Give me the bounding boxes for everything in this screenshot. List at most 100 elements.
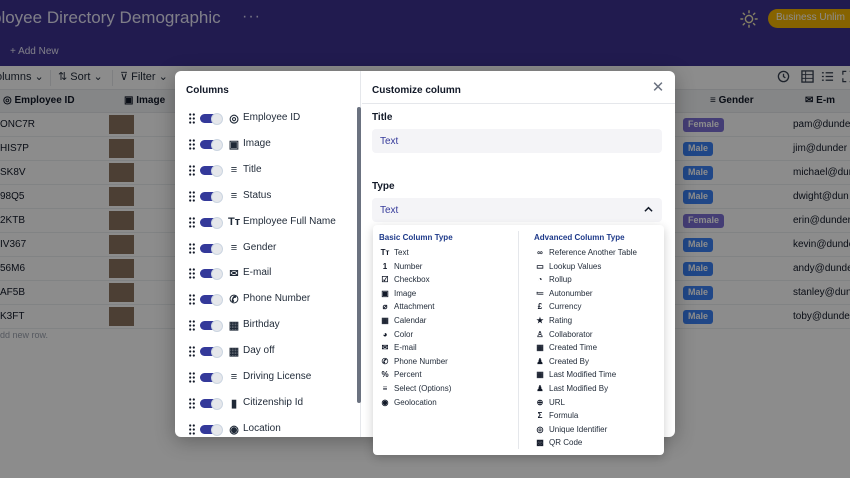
type-option[interactable]: ▦ Last Modified Time xyxy=(535,370,616,383)
column-item[interactable]: ▣ Image xyxy=(175,132,355,158)
column-item[interactable]: ◉ Location xyxy=(175,417,355,437)
columns-panel-title: Columns xyxy=(186,85,229,96)
visibility-toggle[interactable] xyxy=(200,346,223,359)
type-option-label: E-mail xyxy=(394,343,417,353)
visibility-toggle[interactable] xyxy=(200,268,223,281)
column-item[interactable]: ≡ Status xyxy=(175,184,355,210)
type-option-label: Rollup xyxy=(549,275,572,285)
type-option[interactable]: ♟ Last Modified By xyxy=(535,384,608,397)
type-option[interactable]: ▦ Calendar xyxy=(380,316,426,329)
type-option-label: QR Code xyxy=(549,438,583,448)
type-option[interactable]: ★ Rating xyxy=(535,316,572,329)
type-option[interactable]: ◕ Color xyxy=(380,330,414,343)
drag-handle-icon[interactable] xyxy=(189,346,195,357)
type-option[interactable]: ♟ Created By xyxy=(535,357,589,370)
type-option[interactable]: ✉ E-mail xyxy=(380,343,417,356)
type-option[interactable]: ≔ Autonumber xyxy=(535,289,593,302)
column-item[interactable]: ≡ Title xyxy=(175,158,355,184)
title-input[interactable]: Text xyxy=(372,129,662,153)
drag-handle-icon[interactable] xyxy=(189,320,195,331)
type-option[interactable]: ∞ Reference Another Table xyxy=(535,248,637,261)
drag-handle-icon[interactable] xyxy=(189,398,195,409)
checkbox-icon: ☑ xyxy=(381,275,389,285)
type-option[interactable]: ◔ Rollup xyxy=(535,275,572,288)
drag-handle-icon[interactable] xyxy=(189,372,195,383)
drag-handle-icon[interactable] xyxy=(189,191,195,202)
visibility-toggle[interactable] xyxy=(200,138,223,151)
column-item[interactable]: ▦ Birthday xyxy=(175,313,355,339)
visibility-toggle[interactable] xyxy=(200,190,223,203)
visibility-toggle[interactable] xyxy=(200,242,223,255)
type-option[interactable]: 1 Number xyxy=(380,262,423,275)
type-option-label: Collaborator xyxy=(549,329,593,339)
column-item[interactable]: ≡ Driving License xyxy=(175,365,355,391)
columns-scrollbar[interactable] xyxy=(357,107,361,403)
lookup-icon: ▭ xyxy=(536,261,544,271)
drag-handle-icon[interactable] xyxy=(189,216,195,228)
type-select[interactable]: Text xyxy=(372,198,662,222)
select-icon: ≡ xyxy=(382,384,388,393)
type-option[interactable]: ⌀ Attachment xyxy=(380,302,435,315)
created-time-icon: ▦ xyxy=(536,343,544,353)
calendar-icon: ▦ xyxy=(228,346,240,359)
type-option[interactable]: ◉ Geolocation xyxy=(380,398,437,411)
type-option[interactable]: ▭ Lookup Values xyxy=(535,262,601,275)
type-option[interactable]: ☑ Checkbox xyxy=(380,275,429,288)
type-option[interactable]: ⊕ URL xyxy=(535,398,565,411)
close-icon[interactable]: ✕ xyxy=(651,80,665,95)
visibility-toggle[interactable] xyxy=(200,423,223,436)
column-item[interactable]: ✉ E-mail xyxy=(175,261,355,287)
column-item[interactable]: ◎ Employee ID xyxy=(175,106,355,132)
type-option[interactable]: £ Currency xyxy=(535,302,582,315)
type-option-label: Text xyxy=(394,248,409,257)
column-item[interactable]: ▮ Citizenship Id xyxy=(175,391,355,417)
type-option-label: Geolocation xyxy=(394,397,437,407)
type-option[interactable]: ♙ Collaborator xyxy=(535,329,593,343)
type-option[interactable]: % Percent xyxy=(380,370,421,383)
currency-icon: £ xyxy=(537,302,543,312)
type-option-label: Calendar xyxy=(394,316,427,325)
globe-icon: ⊕ xyxy=(536,397,544,407)
drag-handle-icon[interactable] xyxy=(189,268,195,279)
type-option-label: URL xyxy=(549,397,566,407)
visibility-toggle[interactable] xyxy=(200,372,223,384)
column-item[interactable]: ≡ Gender xyxy=(175,236,355,262)
modified-time-icon: ▦ xyxy=(536,370,544,380)
star-icon: ★ xyxy=(536,316,544,325)
column-item-label: Driving License xyxy=(243,371,312,382)
column-item[interactable]: Tт Employee Full Name xyxy=(175,210,355,236)
fingerprint-icon: ◎ xyxy=(536,424,544,434)
text-icon: Tт xyxy=(380,248,390,257)
drag-handle-icon[interactable] xyxy=(189,139,195,150)
type-option[interactable]: ✆ Phone Number xyxy=(380,357,448,370)
type-option[interactable]: ≡ Select (Options) xyxy=(380,384,452,397)
type-option[interactable]: Σ Formula xyxy=(535,411,579,424)
visibility-toggle[interactable] xyxy=(200,216,223,229)
drag-handle-icon[interactable] xyxy=(189,242,195,254)
type-select-value: Text xyxy=(380,205,399,216)
type-option[interactable]: ▦ Created Time xyxy=(535,343,597,356)
type-option-label: Select (Options) xyxy=(394,384,452,393)
image-icon: ▣ xyxy=(381,288,389,298)
drag-handle-icon[interactable] xyxy=(189,165,195,176)
attachment-icon: ⌀ xyxy=(382,302,388,312)
type-option[interactable]: Tт Text xyxy=(380,248,409,261)
drag-handle-icon[interactable] xyxy=(189,424,195,435)
visibility-toggle[interactable] xyxy=(200,294,223,307)
location-icon: ◉ xyxy=(229,423,239,436)
column-item-label: Employee ID xyxy=(243,112,301,123)
visibility-toggle[interactable] xyxy=(200,397,223,410)
type-option[interactable]: ◎ Unique Identifier xyxy=(535,424,608,438)
collaborator-icon: ♙ xyxy=(536,329,544,339)
visibility-toggle[interactable] xyxy=(200,113,223,125)
drag-handle-icon[interactable] xyxy=(189,113,195,124)
column-item[interactable]: ✆ Phone Number xyxy=(175,287,355,313)
drag-handle-icon[interactable] xyxy=(189,294,195,305)
column-item-label: Day off xyxy=(243,345,275,357)
visibility-toggle[interactable] xyxy=(200,320,223,333)
column-item[interactable]: ▦ Day off xyxy=(175,339,355,365)
column-item-label: Location xyxy=(243,422,281,434)
type-option[interactable]: ▣ Image xyxy=(380,289,416,302)
visibility-toggle[interactable] xyxy=(200,164,223,177)
type-option[interactable]: ▩ QR Code xyxy=(535,438,582,451)
